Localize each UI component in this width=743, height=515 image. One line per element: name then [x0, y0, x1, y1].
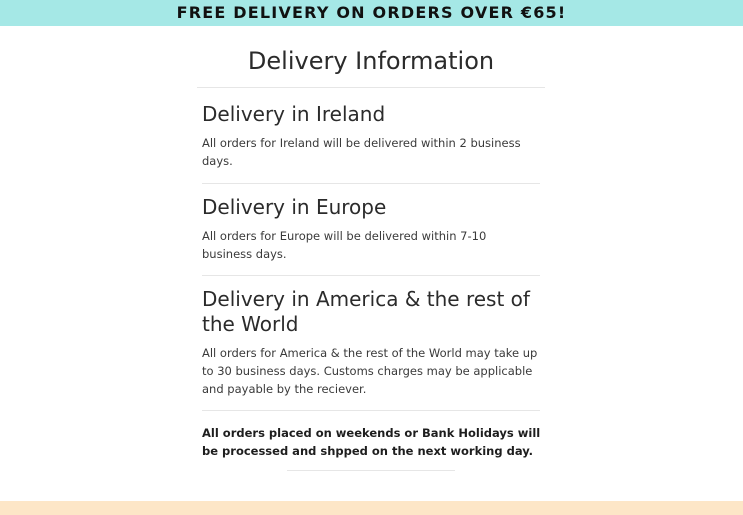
section-body: All orders for Ireland will be delivered…: [202, 136, 521, 168]
section-divider: [202, 410, 540, 411]
section-divider: [202, 275, 540, 276]
section-delivery-ireland: Delivery in Ireland All orders for Irela…: [202, 102, 540, 170]
section-body: All orders for Europe will be delivered …: [202, 229, 487, 261]
section-heading: Delivery in America & the rest of the Wo…: [202, 287, 530, 336]
section-delivery-europe: Delivery in Europe All orders for Europe…: [202, 195, 540, 263]
section-heading: Delivery in Ireland: [202, 102, 386, 126]
footer-band: [0, 501, 743, 515]
page-title: Delivery Information: [247, 47, 495, 75]
section-body: All orders for America & the rest of the…: [202, 346, 538, 396]
section-divider: [202, 183, 540, 184]
promo-banner-text: FREE DELIVERY ON ORDERS OVER €65!: [176, 3, 567, 22]
section-heading: Delivery in Europe: [202, 195, 387, 219]
notice-divider: [287, 470, 455, 471]
promo-banner: FREE DELIVERY ON ORDERS OVER €65!: [0, 0, 743, 26]
title-divider: [197, 87, 545, 88]
section-delivery-america-world: Delivery in America & the rest of the Wo…: [202, 287, 540, 398]
weekend-notice: All orders placed on weekends or Bank Ho…: [202, 426, 541, 458]
